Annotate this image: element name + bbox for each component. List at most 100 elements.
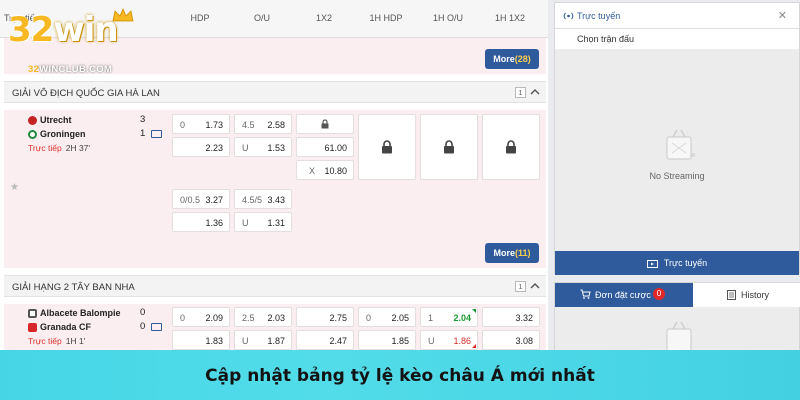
odds-1h-1x2-away[interactable]: 3.08 xyxy=(482,330,540,350)
ou-line: 4.5/5 xyxy=(242,195,263,205)
under-label: U xyxy=(428,336,435,346)
home-team-name: Albacete Balompie xyxy=(40,308,121,318)
odds-value: 3.32 xyxy=(515,313,533,323)
odds-hdp-home-alt[interactable]: 0/0.5 3.27 xyxy=(172,189,230,209)
hdp-line: 0 xyxy=(366,313,372,323)
brand-logo[interactable]: 32win 32 WINCLUB.COM xyxy=(6,6,156,80)
more-button-league1[interactable]: More(11) xyxy=(485,243,539,263)
odds-1h-hdp-home[interactable]: 0 2.05 xyxy=(358,307,416,327)
odds-1h-ou-under[interactable]: U 1.86 xyxy=(420,330,478,350)
odds-ou-under-alt[interactable]: U 1.31 xyxy=(234,212,292,232)
lock-icon xyxy=(382,140,392,154)
live-status: Trực tiếp 2H 37' xyxy=(28,143,90,153)
logo-wordmark: 32win xyxy=(8,10,119,50)
more-count: (11) xyxy=(515,248,531,258)
col-1x2[interactable]: 1X2 xyxy=(294,13,354,23)
match-time: 2H 37' xyxy=(65,143,91,153)
col-1h-hdp[interactable]: 1H HDP xyxy=(356,13,416,23)
stream-header: Trực tuyến ✕ xyxy=(555,3,799,29)
more-button-top[interactable]: More(28) xyxy=(485,49,539,69)
odds-value: 3.43 xyxy=(267,195,285,205)
caption-banner: Cập nhật bảng tỷ lệ kèo châu Á mới nhất xyxy=(0,350,800,400)
home-score: 3 xyxy=(140,114,146,125)
away-score: 0 xyxy=(140,321,146,332)
tab-bet-slip[interactable]: Đơn đặt cược 0 xyxy=(555,283,693,307)
odds-hdp-away[interactable]: 2.23 xyxy=(172,137,230,157)
odds-hdp-away[interactable]: 1.83 xyxy=(172,330,230,350)
odds-1x2-away[interactable]: 61.00 xyxy=(296,137,354,157)
odds-ou-over[interactable]: 4.5 2.58 xyxy=(234,114,292,134)
league-footer xyxy=(4,238,546,268)
away-team-name: Granada CF xyxy=(40,322,92,332)
team-crest-icon xyxy=(28,129,37,139)
bet-count-badge: 0 xyxy=(653,288,665,300)
ou-line: 2.5 xyxy=(242,313,255,323)
tab-history[interactable]: History xyxy=(693,283,800,307)
odds-value: 1.87 xyxy=(267,336,285,346)
odds-1h-1x2-home[interactable]: 3.32 xyxy=(482,307,540,327)
close-icon[interactable]: ✕ xyxy=(778,9,787,22)
odds-1x2-away[interactable]: 2.47 xyxy=(296,330,354,350)
ou-line: 1 xyxy=(428,313,434,323)
odds-value: 1.85 xyxy=(391,336,409,346)
right-sidebar: Trực tuyến ✕ Chọn trận đấu No Streaming … xyxy=(554,0,800,400)
caption-text: Cập nhật bảng tỷ lệ kèo châu Á mới nhất xyxy=(205,366,595,386)
odds-ou-under[interactable]: U 1.53 xyxy=(234,137,292,157)
tv-stream-icon[interactable] xyxy=(151,323,162,331)
tv-stream-icon[interactable] xyxy=(151,130,162,138)
odds-value-up: 2.04 xyxy=(453,313,471,323)
league-header-netherlands[interactable]: GIẢI VÔ ĐỊCH QUỐC GIA HÀ LAN 1 xyxy=(4,81,546,103)
col-hdp[interactable]: HDP xyxy=(170,13,230,23)
ou-line: 4.5 xyxy=(242,120,255,130)
col-1h-ou[interactable]: 1H O/U xyxy=(418,13,478,23)
odds-value: 1.31 xyxy=(267,218,285,228)
odds-ou-over[interactable]: 2.5 2.03 xyxy=(234,307,292,327)
lock-icon xyxy=(506,140,516,154)
hdp-line: 0 xyxy=(180,313,186,323)
tv-icon xyxy=(646,259,658,268)
league-count-badge: 1 xyxy=(515,87,526,98)
league-header-spain-segunda[interactable]: GIẢI HẠNG 2 TÂY BAN NHA 1 xyxy=(4,275,546,297)
live-label: Trực tiếp xyxy=(28,143,62,153)
chevron-up-icon[interactable] xyxy=(529,280,541,292)
live-stream-panel: Trực tuyến ✕ Chọn trận đấu No Streaming … xyxy=(554,2,800,275)
odds-ou-under[interactable]: U 1.87 xyxy=(234,330,292,350)
away-team[interactable]: Groningen xyxy=(28,129,86,139)
team-crest-icon xyxy=(28,322,37,332)
odds-panel: Trực tiếp HDP O/U 1X2 1H HDP 1H O/U 1H 1… xyxy=(0,0,548,400)
col-ou[interactable]: O/U xyxy=(232,13,292,23)
home-team[interactable]: Utrecht xyxy=(28,115,72,125)
odds-hdp-home[interactable]: 0 2.09 xyxy=(172,307,230,327)
logo-domain-text: WINCLUB.COM xyxy=(39,64,113,75)
odds-1h-ou-over[interactable]: 1 2.04 xyxy=(420,307,478,327)
league-name: GIẢI VÔ ĐỊCH QUỐC GIA HÀ LAN xyxy=(12,88,160,99)
team-crest-icon xyxy=(28,308,37,318)
under-label: U xyxy=(242,143,249,153)
favorite-star-icon[interactable]: ★ xyxy=(10,182,19,193)
odds-ou-over-alt[interactable]: 4.5/5 3.43 xyxy=(234,189,292,209)
live-label: Trực tiếp xyxy=(28,336,62,346)
odds-1x2-home[interactable]: 2.75 xyxy=(296,307,354,327)
broadcast-icon xyxy=(563,12,574,20)
chevron-up-icon[interactable] xyxy=(529,86,541,98)
away-team[interactable]: Granada CF xyxy=(28,322,91,332)
odds-hdp-away-alt[interactable]: 1.36 xyxy=(172,212,230,232)
away-score: 1 xyxy=(140,128,146,139)
logo-word: win xyxy=(53,10,118,50)
hdp-line: 0/0.5 xyxy=(180,195,201,205)
lock-icon xyxy=(444,140,454,154)
odds-hdp-home[interactable]: 0 1.73 xyxy=(172,114,230,134)
col-1h-1x2[interactable]: 1H 1X2 xyxy=(480,13,540,23)
lock-icon xyxy=(321,119,329,129)
odds-1h-hdp-away[interactable]: 1.85 xyxy=(358,330,416,350)
hdp-line: 0 xyxy=(180,120,186,130)
logo-number: 32 xyxy=(8,10,54,50)
odds-value-down: 1.86 xyxy=(453,336,471,346)
match-utrecht-groningen: Utrecht 3 Groningen 1 Trực tiếp 2H 37' ★ … xyxy=(4,110,546,238)
odds-value: 1.83 xyxy=(205,336,223,346)
live-stream-button[interactable]: Trực tuyến xyxy=(555,251,799,275)
match-select[interactable]: Chọn trận đấu xyxy=(555,29,799,49)
odds-1x2-draw[interactable]: X 10.80 xyxy=(296,160,354,180)
home-team[interactable]: Albacete Balompie xyxy=(28,308,121,318)
odds-1h-ou-locked xyxy=(420,114,478,180)
